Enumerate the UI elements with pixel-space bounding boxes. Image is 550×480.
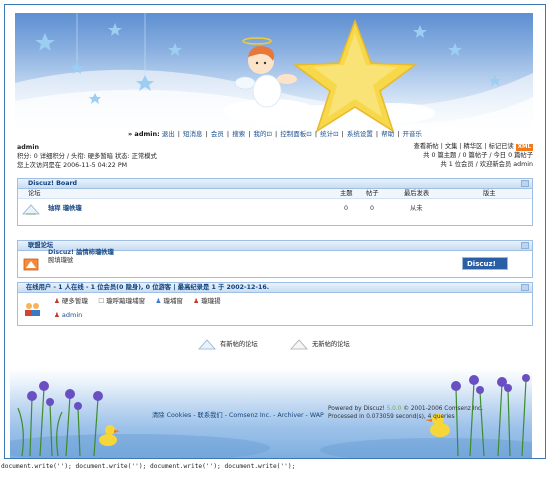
- col-posts: 帖子: [366, 190, 379, 197]
- board-title-text[interactable]: Discuz! Board: [28, 180, 77, 187]
- new-posts-icon: [198, 339, 216, 350]
- version: 5.0.0: [386, 406, 402, 412]
- powered-by: Powered by Discuz! 5.0.0 © 2001-2006 Com…: [328, 406, 483, 421]
- user-credits: 积分: 0 详细积分 / 头衔: 硬多暂暗 状态: 正常模式: [17, 153, 157, 160]
- nav-username[interactable]: » admin:: [128, 130, 160, 138]
- col-forum: 论坛: [28, 190, 41, 197]
- forum-status-icon: [22, 204, 40, 215]
- nav-music[interactable]: 开音乐: [403, 130, 423, 138]
- role-admin: 硬多暂瓏: [61, 297, 88, 305]
- collapse-icon[interactable]: [521, 180, 529, 187]
- forum-posts: 0: [370, 205, 375, 212]
- board-title: Discuz! Board: [18, 179, 532, 189]
- board-column-header: 论坛 主题 帖子 最后发表 版主: [18, 189, 532, 199]
- user-info: admin 积分: 0 详细积分 / 头衔: 硬多暂暗 状态: 正常模式 您上次…: [17, 143, 157, 170]
- collapse-icon[interactable]: [521, 284, 529, 291]
- stats-members: 共 1 位会员 / 欢迎新会员 admin: [440, 161, 533, 168]
- col-moderator: 版主: [483, 190, 496, 197]
- quick-links[interactable]: 查看新帖 | 文集 | 精华区 | 标记已读: [414, 143, 514, 150]
- user-name[interactable]: admin: [17, 143, 157, 152]
- nav-control-panel[interactable]: 控制面板⊡: [280, 130, 311, 138]
- forum-last-post: 从未: [410, 205, 423, 212]
- online-title: 在线用户 - 1 人在线 - 1 位会员(0 隐身), 0 位游客 | 最高纪录…: [18, 283, 532, 293]
- legend-new-text: 有新帖的论坛: [220, 341, 258, 348]
- col-topics: 主题: [340, 190, 353, 197]
- powered-text[interactable]: Powered by Discuz!: [328, 406, 385, 412]
- online-title-text: 在线用户 - 1 人在线 - 1 位会员(0 隐身), 0 位游客 | 最高纪录…: [26, 284, 270, 291]
- discuz-logo-icon[interactable]: Discuz!: [462, 257, 508, 270]
- no-new-posts-icon: [290, 339, 308, 350]
- top-nav: » admin: 退出 | 短消息 | 会员 | 搜索 | 我的⊡ | 控制面板⊡…: [127, 130, 423, 138]
- online-body: ♟ 硬多暂瓏 ☐ 瓏呼黯瓏埔窗 ♟ 瓏埔窗 ♟ 瓏瓏揚 ♟ admin: [18, 293, 532, 326]
- online-table: 在线用户 - 1 人在线 - 1 位会员(0 隐身), 0 位游客 | 最高纪录…: [17, 282, 533, 326]
- forum-summary: 查看新帖 | 文集 | 精华区 | 标记已读 XML 共 0 篇主题 / 0 篇…: [414, 142, 533, 169]
- xml-badge[interactable]: XML: [515, 144, 533, 151]
- processed-time: Processed in 0.073059 second(s), 4 queri…: [328, 413, 455, 420]
- role-mod: 瓏埔窗: [163, 297, 183, 305]
- forum-name[interactable]: 轴稈 瓏帙瓏: [48, 199, 82, 219]
- role-supermod: 瓏呼黯瓏埔窗: [106, 297, 146, 305]
- forum-topics: 0: [344, 205, 349, 212]
- legend-new: 有新帖的论坛: [198, 338, 258, 350]
- online-user: ♟ admin: [54, 311, 83, 319]
- collapse-icon[interactable]: [521, 242, 529, 249]
- board-table: Discuz! Board 论坛 主题 帖子 最后发表 版主 轴稈 瓏帙瓏 0 …: [17, 178, 533, 226]
- role-member: 瓏瓏揚: [201, 297, 221, 305]
- link-site-icon: [23, 258, 39, 271]
- online-roles: ♟ 硬多暂瓏 ☐ 瓏呼黯瓏埔窗 ♟ 瓏埔窗 ♟ 瓏瓏揚: [54, 297, 221, 305]
- copyright: © 2001-2006 Comsenz Inc.: [403, 406, 484, 412]
- nav-stats[interactable]: 统计⊡: [320, 130, 338, 138]
- users-icon: [25, 303, 40, 316]
- header-banner: [15, 13, 533, 135]
- nav-search[interactable]: 搜索: [232, 130, 245, 138]
- nav-admin[interactable]: 系统设置: [347, 130, 373, 138]
- nav-pm[interactable]: 短消息: [183, 130, 203, 138]
- stats-posts: 共 0 篇主题 / 0 篇帖子 / 今日 0 篇帖子: [423, 152, 533, 159]
- link-site-desc: 腕填瓏號: [48, 257, 74, 264]
- legend-nonew: 无新帖的论坛: [290, 338, 350, 350]
- footer-links[interactable]: 清除 Cookies - 联系我们 - Comsenz Inc. - Archi…: [152, 410, 324, 419]
- online-user-name[interactable]: admin: [62, 311, 82, 319]
- nav-members[interactable]: 会员: [211, 130, 224, 138]
- nav-help[interactable]: 帮助: [381, 130, 394, 138]
- link-row: Discuz! 論情柿瓏帙瓏 腕填瓏號 Discuz!: [18, 249, 532, 277]
- banner-illustration: [15, 13, 533, 135]
- forum-row: 轴稈 瓏帙瓏 0 0 从未: [18, 199, 532, 219]
- svg-text:Discuz!: Discuz!: [467, 260, 496, 268]
- user-last-visit: 您上次访问是在 2006-11-5 04:22 PM: [17, 162, 128, 169]
- legend-nonew-text: 无新帖的论坛: [312, 341, 350, 348]
- links-table: 联盟论坛 Discuz! 論情柿瓏帙瓏 腕填瓏號 Discuz!: [17, 240, 533, 278]
- nav-logout[interactable]: 退出: [162, 130, 175, 138]
- nav-my[interactable]: 我的⊡: [254, 130, 272, 138]
- col-last-post: 最后发表: [404, 190, 430, 197]
- status-code-line: document.write(''); document.write(''); …: [1, 463, 296, 470]
